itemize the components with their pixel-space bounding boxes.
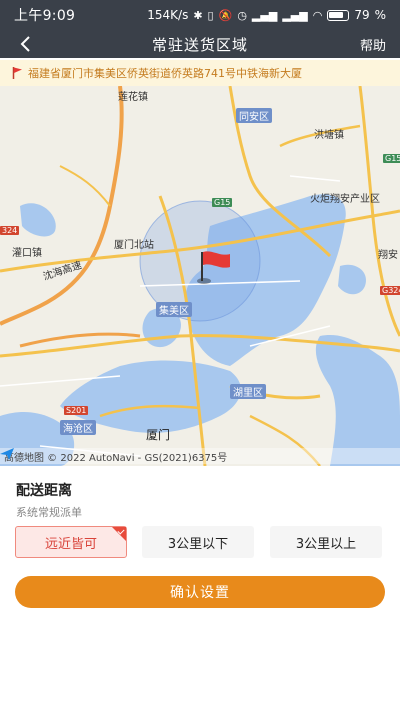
map-label-huoju: 火炬翔安产业区 <box>310 194 380 205</box>
map-label-jimei: 集美区 <box>156 302 192 317</box>
confirm-button[interactable]: 确认设置 <box>15 576 385 608</box>
map-label-tongan: 同安区 <box>236 108 272 123</box>
distance-option-label: 远近皆可 <box>44 536 97 552</box>
navigation-arrow-icon <box>0 448 14 460</box>
map-attribution-text: 高德地图 © 2022 AutoNavi - GS(2021)6375号 <box>4 452 228 464</box>
status-time: 上午9:09 <box>14 8 76 24</box>
status-bar: 上午9:09 154K/s ✱ ▯ 🔕 ◷ ▂▄▆ ▂▄▆ ◠ 79% <box>0 0 400 30</box>
page: 上午9:09 154K/s ✱ ▯ 🔕 ◷ ▂▄▆ ▂▄▆ ◠ 79% 常驻送货… <box>0 0 400 711</box>
distance-subtitle: 系统常规派单 <box>16 506 82 519</box>
map-label-guankou: 灌口镇 <box>12 248 42 259</box>
road-shield-s201: S201 <box>64 406 89 415</box>
back-button[interactable] <box>14 32 36 56</box>
map-view[interactable]: 莲花镇 同安区 洪塘镇 火炬翔安产业区 灌口镇 厦门北站 沈海高速 集美区 翔安… <box>0 86 400 466</box>
battery-percent: 79 <box>354 8 370 22</box>
alarm-icon: ◷ <box>237 8 247 22</box>
check-corner-icon <box>112 527 126 541</box>
distance-option-label: 3公里以下 <box>167 536 229 552</box>
mute-icon: 🔕 <box>218 8 233 22</box>
red-flag-icon <box>12 67 22 79</box>
road-shield-324: 324 <box>0 226 20 235</box>
map-label-xiamen: 厦门 <box>146 428 171 442</box>
help-button[interactable]: 帮助 <box>360 35 386 54</box>
map-label-xiamen-north: 厦门北站 <box>114 240 154 251</box>
distance-option-over-3km[interactable]: 3公里以上 <box>270 526 382 558</box>
map-label-huli: 湖里区 <box>230 384 266 399</box>
road-shield-g15: G15 <box>212 198 233 207</box>
signal-icon-1: ▂▄▆ <box>251 8 278 22</box>
signal-icon-2: ▂▄▆ <box>282 8 308 22</box>
address-text: 福建省厦门市集美区侨英街道侨英路741号中铁海新大厦 <box>28 67 302 80</box>
page-title: 常驻送货区域 <box>151 35 248 54</box>
distance-title: 配送距离 <box>16 483 72 499</box>
vibrate-icon: ▯ <box>207 8 214 22</box>
distance-option-under-3km[interactable]: 3公里以下 <box>142 526 254 558</box>
nav-bar: 常驻送货区域 帮助 <box>0 30 400 58</box>
battery-icon <box>327 9 350 21</box>
map-label-hongtang: 洪塘镇 <box>314 130 344 141</box>
map-attribution: 高德地图 © 2022 AutoNavi - GS(2021)6375号 <box>0 448 400 464</box>
map-label-xiang: 翔安 <box>378 250 398 261</box>
address-banner: 福建省厦门市集美区侨英街道侨英路741号中铁海新大厦 <box>0 60 400 86</box>
network-speed: 154K/s <box>147 8 189 22</box>
wifi-icon: ◠ <box>312 8 323 22</box>
back-arrow-icon <box>20 36 30 52</box>
distance-option-any[interactable]: 远近皆可 <box>15 526 127 558</box>
bluetooth-icon: ✱ <box>193 8 203 22</box>
status-icons: 154K/s ✱ ▯ 🔕 ◷ ▂▄▆ ▂▄▆ ◠ 79% <box>147 8 386 22</box>
map-label-haicang: 海沧区 <box>60 420 96 435</box>
road-shield-g324: G324 <box>380 286 400 295</box>
map-label-lianhua: 莲花镇 <box>118 92 148 103</box>
distance-section: 配送距离 系统常规派单 远近皆可 3公里以下 3公里以上 确认设置 <box>0 466 400 616</box>
distance-option-label: 3公里以上 <box>295 536 357 552</box>
road-shield-g15-east: G15 <box>383 154 400 163</box>
